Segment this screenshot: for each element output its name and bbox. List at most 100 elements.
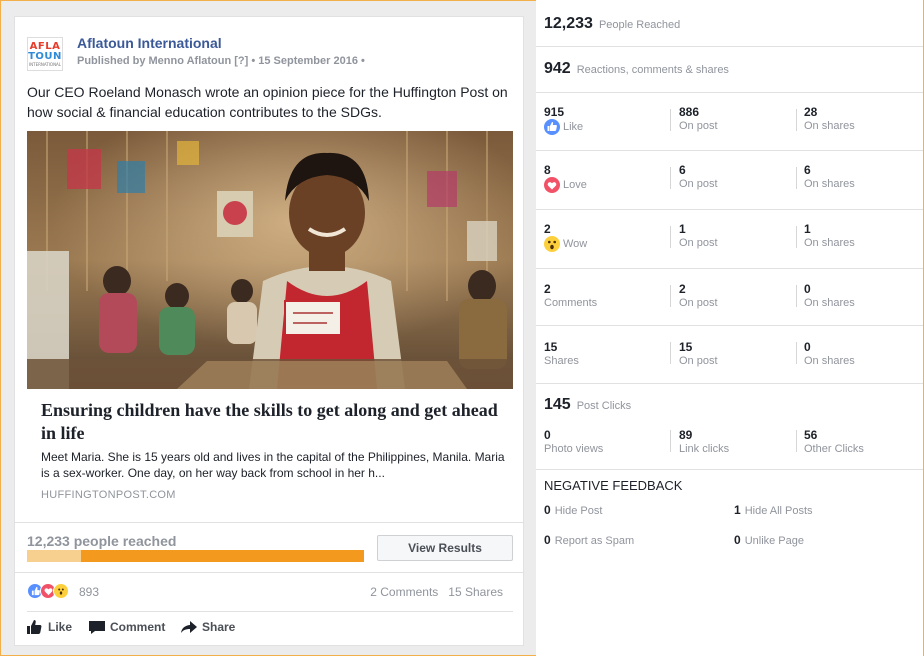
stat-value: 2 <box>679 282 686 296</box>
logo-text-3: INTERNATIONAL <box>28 62 62 67</box>
divider <box>15 572 523 573</box>
stat-value: 1 <box>679 222 686 236</box>
stat-value: 2 <box>544 222 551 236</box>
column-separator <box>796 342 797 364</box>
negative-feedback-title: NEGATIVE FEEDBACK <box>544 478 683 493</box>
engagement-value: 942 <box>544 60 571 77</box>
column-separator <box>796 167 797 189</box>
negative-value: 1 <box>734 503 741 517</box>
comments-on-shares: 0 On shares <box>804 282 855 310</box>
stat-value: 6 <box>679 163 686 177</box>
comments-total: 2 Comments <box>544 282 597 310</box>
photo-views: 0 Photo views <box>544 428 603 456</box>
stat-value: 89 <box>679 428 693 442</box>
stat-label: On post <box>679 120 718 132</box>
other-clicks: 56 Other Clicks <box>804 428 864 456</box>
comments-count[interactable]: 2 Comments <box>370 585 438 599</box>
share-button[interactable]: Share <box>181 620 235 634</box>
comment-label: Comment <box>110 620 166 634</box>
shares-on-shares: 0 On shares <box>804 340 855 368</box>
wow-on-post: 1 On post <box>679 222 718 250</box>
stat-value: 15 <box>544 340 558 354</box>
stat-label: Like <box>544 119 583 135</box>
people-reached-row: 12,233 People Reached <box>536 0 923 47</box>
stat-label: On shares <box>804 178 855 190</box>
wow-icon <box>53 583 69 599</box>
link-domain: HUFFINGTONPOST.COM <box>41 489 176 501</box>
negative-label: Report as Spam <box>554 535 635 547</box>
negative-value: 0 <box>734 533 741 547</box>
link-description: Meet Maria. She is 15 years old and live… <box>41 450 505 480</box>
post-header: AFLA TOUN INTERNATIONAL Aflatoun Interna… <box>27 33 517 73</box>
stat-label: Photo views <box>544 443 604 455</box>
column-separator <box>796 226 797 248</box>
stat-value: 6 <box>804 163 811 177</box>
comments-on-post: 2 On post <box>679 282 718 310</box>
stat-value: 15 <box>679 340 693 354</box>
love-on-post: 6 On post <box>679 163 718 191</box>
people-reached-label: People Reached <box>598 19 681 31</box>
stat-label: On shares <box>804 120 855 132</box>
divider <box>27 611 513 612</box>
classroom-photo-icon <box>27 131 513 389</box>
view-results-button[interactable]: View Results <box>377 535 513 561</box>
column-separator <box>670 285 671 307</box>
stat-label-text: Like <box>563 121 584 133</box>
post-text: Our CEO Roeland Monasch wrote an opinion… <box>27 84 508 120</box>
stat-value: 2 <box>544 282 551 296</box>
share-arrow-icon <box>181 621 197 633</box>
shares-count[interactable]: 15 Shares <box>448 585 503 599</box>
stat-label-text: Love <box>563 179 587 191</box>
column-separator <box>796 430 797 452</box>
column-separator <box>670 109 671 131</box>
reach-bar-fill <box>80 550 364 562</box>
stat-label: On shares <box>804 297 855 309</box>
people-reached-value: 12,233 <box>544 15 593 32</box>
love-total: 8 Love <box>544 163 587 193</box>
like-button[interactable]: Like <box>27 620 72 634</box>
negative-item-unlike-page: 0 Unlike Page <box>734 533 804 547</box>
stat-value: 0 <box>804 282 811 296</box>
post-card: AFLA TOUN INTERNATIONAL Aflatoun Interna… <box>14 16 524 646</box>
love-on-shares: 6 On shares <box>804 163 855 191</box>
column-separator <box>670 226 671 248</box>
comment-icon <box>89 621 105 634</box>
post-clicks-label: Post Clicks <box>576 400 632 412</box>
negative-item-hide-all-posts: 1 Hide All Posts <box>734 503 813 517</box>
page-logo[interactable]: AFLA TOUN INTERNATIONAL <box>27 37 63 71</box>
negative-item-report-spam: 0 Report as Spam <box>544 533 634 547</box>
like-on-post: 886 On post <box>679 105 718 133</box>
love-icon <box>544 177 560 193</box>
stat-label: Link clicks <box>679 443 730 455</box>
negative-label: Unlike Page <box>744 535 805 547</box>
comment-button[interactable]: Comment <box>89 620 165 634</box>
share-label: Share <box>202 620 236 634</box>
post-insights-panel: 12,233 People Reached 942 Reactions, comme… <box>536 0 923 656</box>
like-breakdown-row: 915 Like 886 On post 28 On shares <box>536 93 923 151</box>
engagement-row: 942 Reactions, comments & shares <box>536 47 923 93</box>
stat-label: On post <box>679 178 718 190</box>
reactions-summary[interactable]: 893 2 Comments 15 Shares <box>27 581 517 601</box>
column-separator <box>670 167 671 189</box>
engagement-counts[interactable]: 2 Comments 15 Shares <box>370 585 503 599</box>
stat-label: Comments <box>544 297 598 309</box>
shares-on-post: 15 On post <box>679 340 718 368</box>
negative-value: 0 <box>544 503 551 517</box>
stat-value: 28 <box>804 105 818 119</box>
column-separator <box>796 109 797 131</box>
page-name-link[interactable]: Aflatoun International <box>77 35 222 51</box>
like-total: 915 Like <box>544 105 583 135</box>
link-headline[interactable]: Ensuring children have the skills to get… <box>41 399 501 445</box>
thumbs-up-icon <box>27 620 42 634</box>
stat-value: 56 <box>804 428 818 442</box>
wow-icon <box>544 236 560 252</box>
post-clicks-value: 145 <box>544 396 571 413</box>
wow-total: 2 Wow <box>544 222 587 252</box>
post-actions: Like Comment Share <box>27 620 517 640</box>
wow-on-shares: 1 On shares <box>804 222 855 250</box>
link-clicks: 89 Link clicks <box>679 428 729 456</box>
post-photo[interactable] <box>27 131 513 389</box>
people-reached-label: 12,233 people reached <box>27 533 177 549</box>
stat-value: 886 <box>679 105 700 119</box>
like-label: Like <box>48 620 73 634</box>
